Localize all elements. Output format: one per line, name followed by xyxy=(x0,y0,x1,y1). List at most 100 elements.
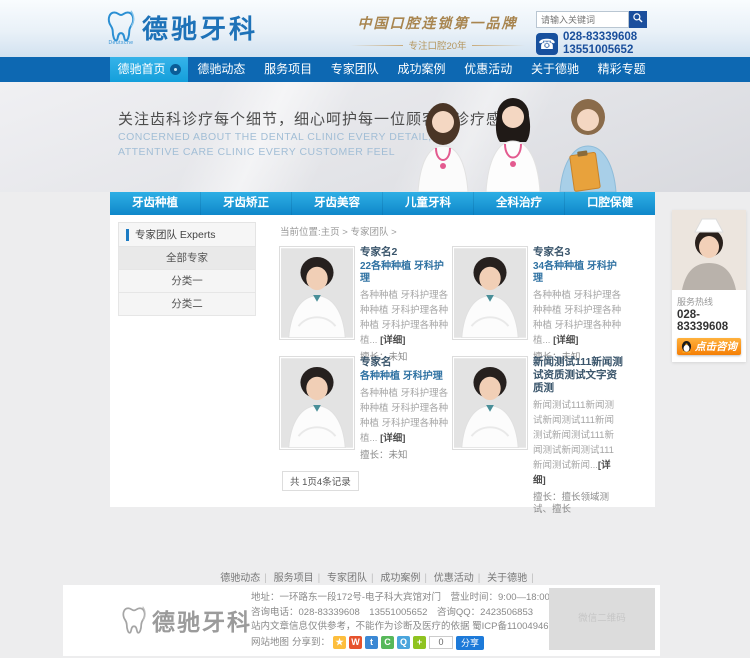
search-bar xyxy=(536,11,647,28)
wechat-icon[interactable]: C xyxy=(381,636,394,649)
share-button[interactable]: 分享 xyxy=(456,636,484,650)
nav-active-badge-icon xyxy=(170,64,181,75)
expert-description: 新闻测试111新闻测试新闻测试111新闻测试新闻测试111新闻测试新闻测试111… xyxy=(533,398,623,488)
hero-banner: 关注齿科诊疗每个细节，细心呵护每一位顾客的诊疗感受 CONCERNED ABOU… xyxy=(0,82,750,192)
expert-description: 各种种植 牙科护理各种种植 牙科护理各种种植 牙科护理各种种植... [详细] xyxy=(360,386,450,446)
search-input[interactable] xyxy=(536,11,629,28)
expert-card: 新闻测试111新闻测试资质测试文字资质测 新闻测试111新闻测试新闻测试111新… xyxy=(452,356,624,464)
footer-nav-promotions[interactable]: 优惠活动 xyxy=(434,573,474,584)
expert-card: 专家名 各种种植 牙科护理 各种种植 牙科护理各种种植 牙科护理各种种植 牙科护… xyxy=(279,356,451,464)
sidebar-item-category-2[interactable]: 分类二 xyxy=(118,293,256,316)
sidebar: 专家团队 Experts 全部专家 分类一 分类二 xyxy=(118,222,256,316)
nav-item-specials[interactable]: 精彩专题 xyxy=(588,57,655,82)
nav-item-cases[interactable]: 成功案例 xyxy=(388,57,455,82)
footer: 德驰牙科 地址：一环路东一段172号-电子科大宾馆对门 营业时间：9:00—18… xyxy=(63,585,660,656)
footer-contact-line: 咨询电话：028-83339608 13551005652 咨询QQ：24235… xyxy=(251,606,561,621)
footer-nav: 德驰动态| 服务项目| 专家团队| 成功案例| 优惠活动| 关于德驰| xyxy=(0,569,750,584)
banner-staff-photo xyxy=(388,84,640,192)
slogan-sub: 专注口腔20年 xyxy=(350,38,525,52)
main-nav: 德驰首页 德驰动态 服务项目 专家团队 成功案例 优惠活动 关于德驰 精彩专题 xyxy=(0,57,750,82)
subnav-item-cosmetic[interactable]: 牙齿美容 xyxy=(292,192,383,215)
search-icon xyxy=(632,12,644,27)
tencent-weibo-icon[interactable]: t xyxy=(365,636,378,649)
footer-nav-news[interactable]: 德驰动态 xyxy=(220,573,260,584)
phone-number-1: 028-83339608 xyxy=(563,31,637,44)
breadcrumb: 当前位置:主页 > 专家团队 > xyxy=(280,224,397,238)
breadcrumb-home-link[interactable]: 主页 xyxy=(321,227,340,238)
expert-photo[interactable] xyxy=(279,356,355,450)
sitemap-link[interactable]: 网站地图 xyxy=(251,636,289,651)
phone-number-2: 13551005652 xyxy=(563,44,637,57)
search-button[interactable] xyxy=(629,11,647,28)
expert-title: 22各种种植 牙科护理 xyxy=(360,261,450,285)
logo-text: 德驰牙科 xyxy=(142,9,258,46)
expert-skill: 擅长：未知 xyxy=(360,450,450,462)
expert-info: 专家名3 34各种种植 牙科护理 各种种植 牙科护理各种种植 牙科护理各种种植 … xyxy=(533,246,623,364)
share-more-icon[interactable]: + xyxy=(413,636,426,649)
sina-weibo-icon[interactable]: W xyxy=(349,636,362,649)
expert-card: 专家名3 34各种种植 牙科护理 各种种植 牙科护理各种种植 牙科护理各种种植 … xyxy=(452,246,624,354)
subnav-item-orthodontics[interactable]: 牙齿矫正 xyxy=(201,192,292,215)
qq-icon[interactable]: Q xyxy=(397,636,410,649)
expert-info: 专家名2 22各种种植 牙科护理 各种种植 牙科护理各种种植 牙科护理各种种植 … xyxy=(360,246,450,364)
expert-card: 专家名2 22各种种植 牙科护理 各种种植 牙科护理各种种植 牙科护理各种种植 … xyxy=(279,246,451,354)
footer-disclaimer-line: 站内文章信息仅供参考，不能作为诊断及医疗的依据 蜀ICP备11004946号 xyxy=(251,620,561,635)
share-label: 分享到： xyxy=(292,636,330,651)
nav-item-promotions[interactable]: 优惠活动 xyxy=(455,57,522,82)
expert-description: 各种种植 牙科护理各种种植 牙科护理各种种植 牙科护理各种种植... [详细] xyxy=(533,288,623,348)
nav-item-experts[interactable]: 专家团队 xyxy=(321,57,388,82)
qzone-icon[interactable]: ★ xyxy=(333,636,346,649)
sidebar-item-category-1[interactable]: 分类一 xyxy=(118,270,256,293)
sidebar-title: 专家团队 Experts xyxy=(135,227,216,242)
share-count: 0 xyxy=(429,636,453,649)
nav-item-home[interactable]: 德驰首页 xyxy=(110,57,188,82)
wechat-qr-placeholder: 微信二维码 xyxy=(549,588,655,650)
expert-photo[interactable] xyxy=(452,246,528,340)
expert-description: 各种种植 牙科护理各种种植 牙科护理各种种植 牙科护理各种种植... [详细] xyxy=(360,288,450,348)
sidebar-header: 专家团队 Experts xyxy=(118,222,256,247)
tooth-logo-icon: Deutsche xyxy=(106,10,136,46)
slogan-main: 中国口腔连锁第一品牌 xyxy=(350,13,525,33)
footer-nav-cases[interactable]: 成功案例 xyxy=(380,573,420,584)
sidebar-item-all-experts[interactable]: 全部专家 xyxy=(118,247,256,270)
footer-logo-text: 德驰牙科 xyxy=(152,603,252,637)
subnav-item-general[interactable]: 全科治疗 xyxy=(474,192,565,215)
detail-link[interactable]: [详细] xyxy=(380,433,405,444)
nav-item-news[interactable]: 德驰动态 xyxy=(188,57,255,82)
expert-photo[interactable] xyxy=(279,246,355,340)
footer-logo: 德驰牙科 xyxy=(121,603,252,637)
consult-widget: 服务热线 028-83339608 点击咨询 xyxy=(672,210,746,362)
expert-name[interactable]: 专家名3 xyxy=(533,246,623,259)
banner-subtitle-1: CONCERNED ABOUT THE DENTAL CLINIC EVERY … xyxy=(118,131,432,143)
nav-item-about[interactable]: 关于德驰 xyxy=(522,57,589,82)
header-slogan: 中国口腔连锁第一品牌 专注口腔20年 xyxy=(350,13,525,52)
footer-nav-about[interactable]: 关于德驰 xyxy=(487,573,527,584)
phone-numbers: 028-83339608 13551005652 xyxy=(563,31,637,56)
subnav-item-oral-care[interactable]: 口腔保健 xyxy=(565,192,655,215)
detail-link[interactable]: [详细] xyxy=(553,335,578,346)
expert-skill: 擅长：擅长领域测试、擅长 xyxy=(533,492,623,516)
hotline-label: 服务热线 xyxy=(677,295,746,308)
expert-photo[interactable] xyxy=(452,356,528,450)
subnav-item-implant[interactable]: 牙齿种植 xyxy=(110,192,201,215)
detail-link[interactable]: [详细] xyxy=(380,335,405,346)
expert-info: 专家名 各种种植 牙科护理 各种种植 牙科护理各种种植 牙科护理各种种植 牙科护… xyxy=(360,356,450,462)
footer-tooth-logo-icon xyxy=(121,606,147,635)
footer-nav-experts[interactable]: 专家团队 xyxy=(327,573,367,584)
subnav-item-children[interactable]: 儿童牙科 xyxy=(383,192,474,215)
breadcrumb-current-link[interactable]: 专家团队 xyxy=(351,227,389,238)
expert-name[interactable]: 新闻测试111新闻测试资质测试文字资质测 xyxy=(533,356,623,395)
footer-info: 地址：一环路东一段172号-电子科大宾馆对门 营业时间：9:00—18:00 咨… xyxy=(251,591,561,650)
nav-item-services[interactable]: 服务项目 xyxy=(255,57,322,82)
qq-penguin-icon xyxy=(681,340,692,353)
expert-title: 各种种植 牙科护理 xyxy=(360,371,450,383)
expert-name[interactable]: 专家名2 xyxy=(360,246,450,259)
expert-name[interactable]: 专家名 xyxy=(360,356,450,369)
consult-button[interactable]: 点击咨询 xyxy=(677,338,741,355)
site-logo[interactable]: Deutsche 德驰牙科 xyxy=(106,9,258,46)
banner-subtitle-2: ATTENTIVE CARE CLINIC EVERY CUSTOMER FEE… xyxy=(118,146,395,158)
nurse-photo xyxy=(672,210,746,290)
hotline-number: 028-83339608 xyxy=(677,309,746,333)
footer-nav-services[interactable]: 服务项目 xyxy=(274,573,314,584)
phone-icon: ☎ xyxy=(536,33,558,55)
